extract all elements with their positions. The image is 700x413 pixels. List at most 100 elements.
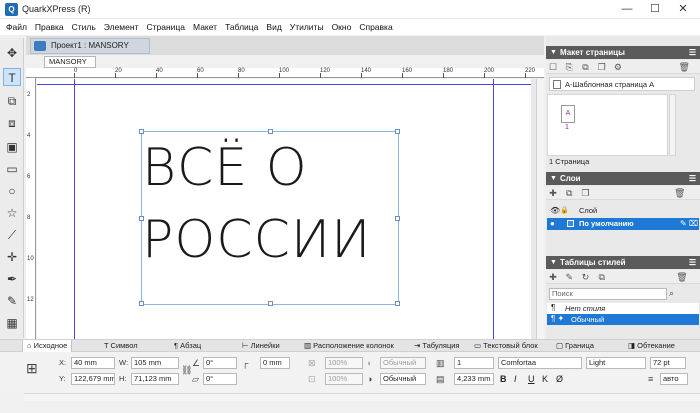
corner-style-icon[interactable]: ┌ — [242, 357, 248, 369]
frame-opacity-field[interactable]: 100% — [325, 373, 363, 385]
star-box-tool-icon[interactable]: ☆ — [3, 204, 21, 222]
measurements-tab[interactable]: ▢ Граница — [552, 340, 598, 352]
delete-style-icon[interactable]: 🗑 — [675, 270, 689, 284]
resize-handle[interactable] — [395, 129, 400, 134]
canvas-vertical-scrollbar[interactable] — [536, 79, 544, 341]
style-search-input[interactable]: Поиск — [549, 288, 667, 300]
picture-content-tool-icon[interactable]: ▣ — [3, 138, 21, 156]
corner-radius-field[interactable]: 0 mm — [260, 357, 290, 369]
new-page-icon[interactable]: ☐ — [546, 60, 560, 74]
height-field[interactable]: 71,123 mm — [131, 373, 179, 385]
text-style-button[interactable]: B — [500, 373, 507, 385]
page-layout-panel-header[interactable]: ▼ Макет страницы ☰ — [546, 46, 700, 59]
new-master-icon[interactable]: ⎘ — [562, 60, 576, 74]
pen-tool-icon[interactable]: ✒ — [3, 270, 21, 288]
box-opacity-field[interactable]: 100% — [325, 357, 363, 369]
oval-box-tool-icon[interactable]: ○ — [3, 182, 21, 200]
lock-proportions-icon[interactable]: ⛓ — [181, 364, 192, 376]
resize-handle[interactable] — [395, 216, 400, 221]
resize-handle[interactable] — [139, 301, 144, 306]
maximize-button[interactable]: ☐ — [640, 0, 670, 19]
leading-field[interactable]: авто — [660, 373, 688, 385]
menu-item[interactable]: Правка — [31, 19, 68, 35]
measurements-tab[interactable]: ⌂ Исходное — [22, 340, 73, 352]
style-list-item-no-style[interactable]: ¶ Нет стиля — [547, 303, 699, 314]
minimize-button[interactable]: — — [612, 0, 642, 19]
measurements-tab[interactable]: ▭ Текстовый блок — [470, 340, 542, 352]
text-style-button[interactable]: Ø — [556, 373, 563, 385]
update-style-icon[interactable]: ↻ — [578, 270, 592, 284]
new-style-icon[interactable]: ✚ — [546, 270, 560, 284]
headline-text[interactable]: ВСЁ О РОССИИ — [142, 132, 402, 276]
columns-field[interactable]: 1 — [454, 357, 494, 369]
new-layer-icon[interactable]: ✚ — [546, 186, 560, 200]
y-position-field[interactable]: 122,679 mm — [71, 373, 115, 385]
layer-edit-icon[interactable]: ✎ ⌧ — [677, 218, 699, 230]
panel-menu-icon[interactable]: ☰ — [689, 256, 696, 269]
text-style-button[interactable]: U — [528, 373, 535, 385]
menu-item[interactable]: Таблица — [221, 19, 262, 35]
collapse-icon[interactable]: ▼ — [550, 46, 557, 59]
measurements-tab[interactable]: ⊢ Линейки — [238, 340, 284, 352]
menu-item[interactable]: Элемент — [100, 19, 143, 35]
rectangle-box-tool-icon[interactable]: ▭ — [3, 160, 21, 178]
document-tab[interactable]: Проект1 : MANSORY — [30, 38, 150, 54]
box-color-icon[interactable]: ⊠ — [308, 357, 316, 369]
resize-handle[interactable] — [139, 216, 144, 221]
x-position-field[interactable]: 40 mm — [71, 357, 115, 369]
menu-item[interactable]: Файл — [2, 19, 31, 35]
duplicate-layer-icon[interactable]: ❐ — [578, 186, 592, 200]
layer-row-default[interactable]: ● По умолчанию — [547, 218, 677, 230]
page-copy-icon[interactable]: ❐ — [595, 60, 609, 74]
close-button[interactable]: ✕ — [668, 0, 698, 19]
pages-scrollbar[interactable] — [669, 94, 676, 156]
menu-item[interactable]: Страница — [142, 19, 189, 35]
resize-handle[interactable] — [268, 129, 273, 134]
table-tool-icon[interactable]: ▦ — [3, 314, 21, 332]
bezier-pen-tool-icon[interactable]: ✛ — [3, 248, 21, 266]
style-sheets-panel-header[interactable]: ▼ Таблицы стилей ☰ — [546, 256, 700, 269]
panel-menu-icon[interactable]: ☰ — [689, 46, 696, 59]
measurements-tab[interactable]: ⇥ Табуляция — [410, 340, 464, 352]
resize-handle[interactable] — [395, 301, 400, 306]
style-list-item-normal[interactable]: ¶ ✦ Обычный — [547, 314, 699, 325]
layout-canvas[interactable]: ВСЁ О РОССИИ — [37, 79, 544, 341]
canvas-horizontal-scrollbar[interactable] — [24, 393, 700, 401]
menu-item[interactable]: Макет — [189, 19, 221, 35]
text-blend-mode-select[interactable]: Обычный — [380, 373, 426, 385]
menu-item[interactable]: Вид — [262, 19, 285, 35]
layout-tab[interactable]: MANSORY — [44, 56, 96, 68]
text-box[interactable]: ВСЁ О РОССИИ — [139, 129, 402, 306]
panel-menu-icon[interactable]: ☰ — [689, 172, 696, 185]
horizontal-ruler[interactable]: 0 20 40 60 80 100 120 140 160 180 200 220 — [26, 68, 544, 78]
page-settings-icon[interactable]: ⚙ — [611, 60, 625, 74]
text-style-button[interactable]: I — [514, 373, 517, 385]
rotation-field[interactable]: 0° — [203, 357, 237, 369]
measurements-tab[interactable]: T Символ — [100, 340, 142, 352]
resize-handle[interactable] — [268, 301, 273, 306]
pencil-tool-icon[interactable]: ✎ — [3, 292, 21, 310]
delete-page-icon[interactable]: 🗑 — [677, 60, 691, 74]
menu-item[interactable]: Утилиты — [286, 19, 328, 35]
master-page-item[interactable]: А-Шаблонная страница А — [549, 77, 695, 91]
search-icon[interactable]: ⌕ — [669, 287, 674, 299]
unlinking-tool-icon[interactable]: ⧈ — [3, 114, 21, 132]
menu-item[interactable]: Справка — [355, 19, 396, 35]
collapse-icon[interactable]: ▼ — [550, 256, 557, 269]
duplicate-style-icon[interactable]: ⧉ — [595, 270, 609, 284]
merge-layers-icon[interactable]: ⧉ — [562, 186, 576, 200]
reference-point-icon[interactable]: ⊞ — [26, 359, 38, 377]
layer-visible-icon[interactable]: ● — [550, 219, 555, 228]
duplicate-page-icon[interactable]: ⧉ — [578, 60, 592, 74]
edit-style-icon[interactable]: ✎ — [562, 270, 576, 284]
gutter-field[interactable]: 4,233 mm — [454, 373, 494, 385]
line-tool-icon[interactable]: ⟋ — [3, 226, 21, 244]
skew-field[interactable]: 0° — [203, 373, 237, 385]
menu-item[interactable]: Окно — [328, 19, 356, 35]
delete-layer-icon[interactable]: 🗑 — [673, 186, 687, 200]
layers-panel-header[interactable]: ▼ Слои ☰ — [546, 172, 700, 185]
resize-handle[interactable] — [139, 129, 144, 134]
font-style-select[interactable]: Light — [586, 357, 646, 369]
vertical-ruler[interactable]: 2 4 6 8 10 12 — [26, 78, 36, 340]
collapse-icon[interactable]: ▼ — [550, 172, 557, 185]
